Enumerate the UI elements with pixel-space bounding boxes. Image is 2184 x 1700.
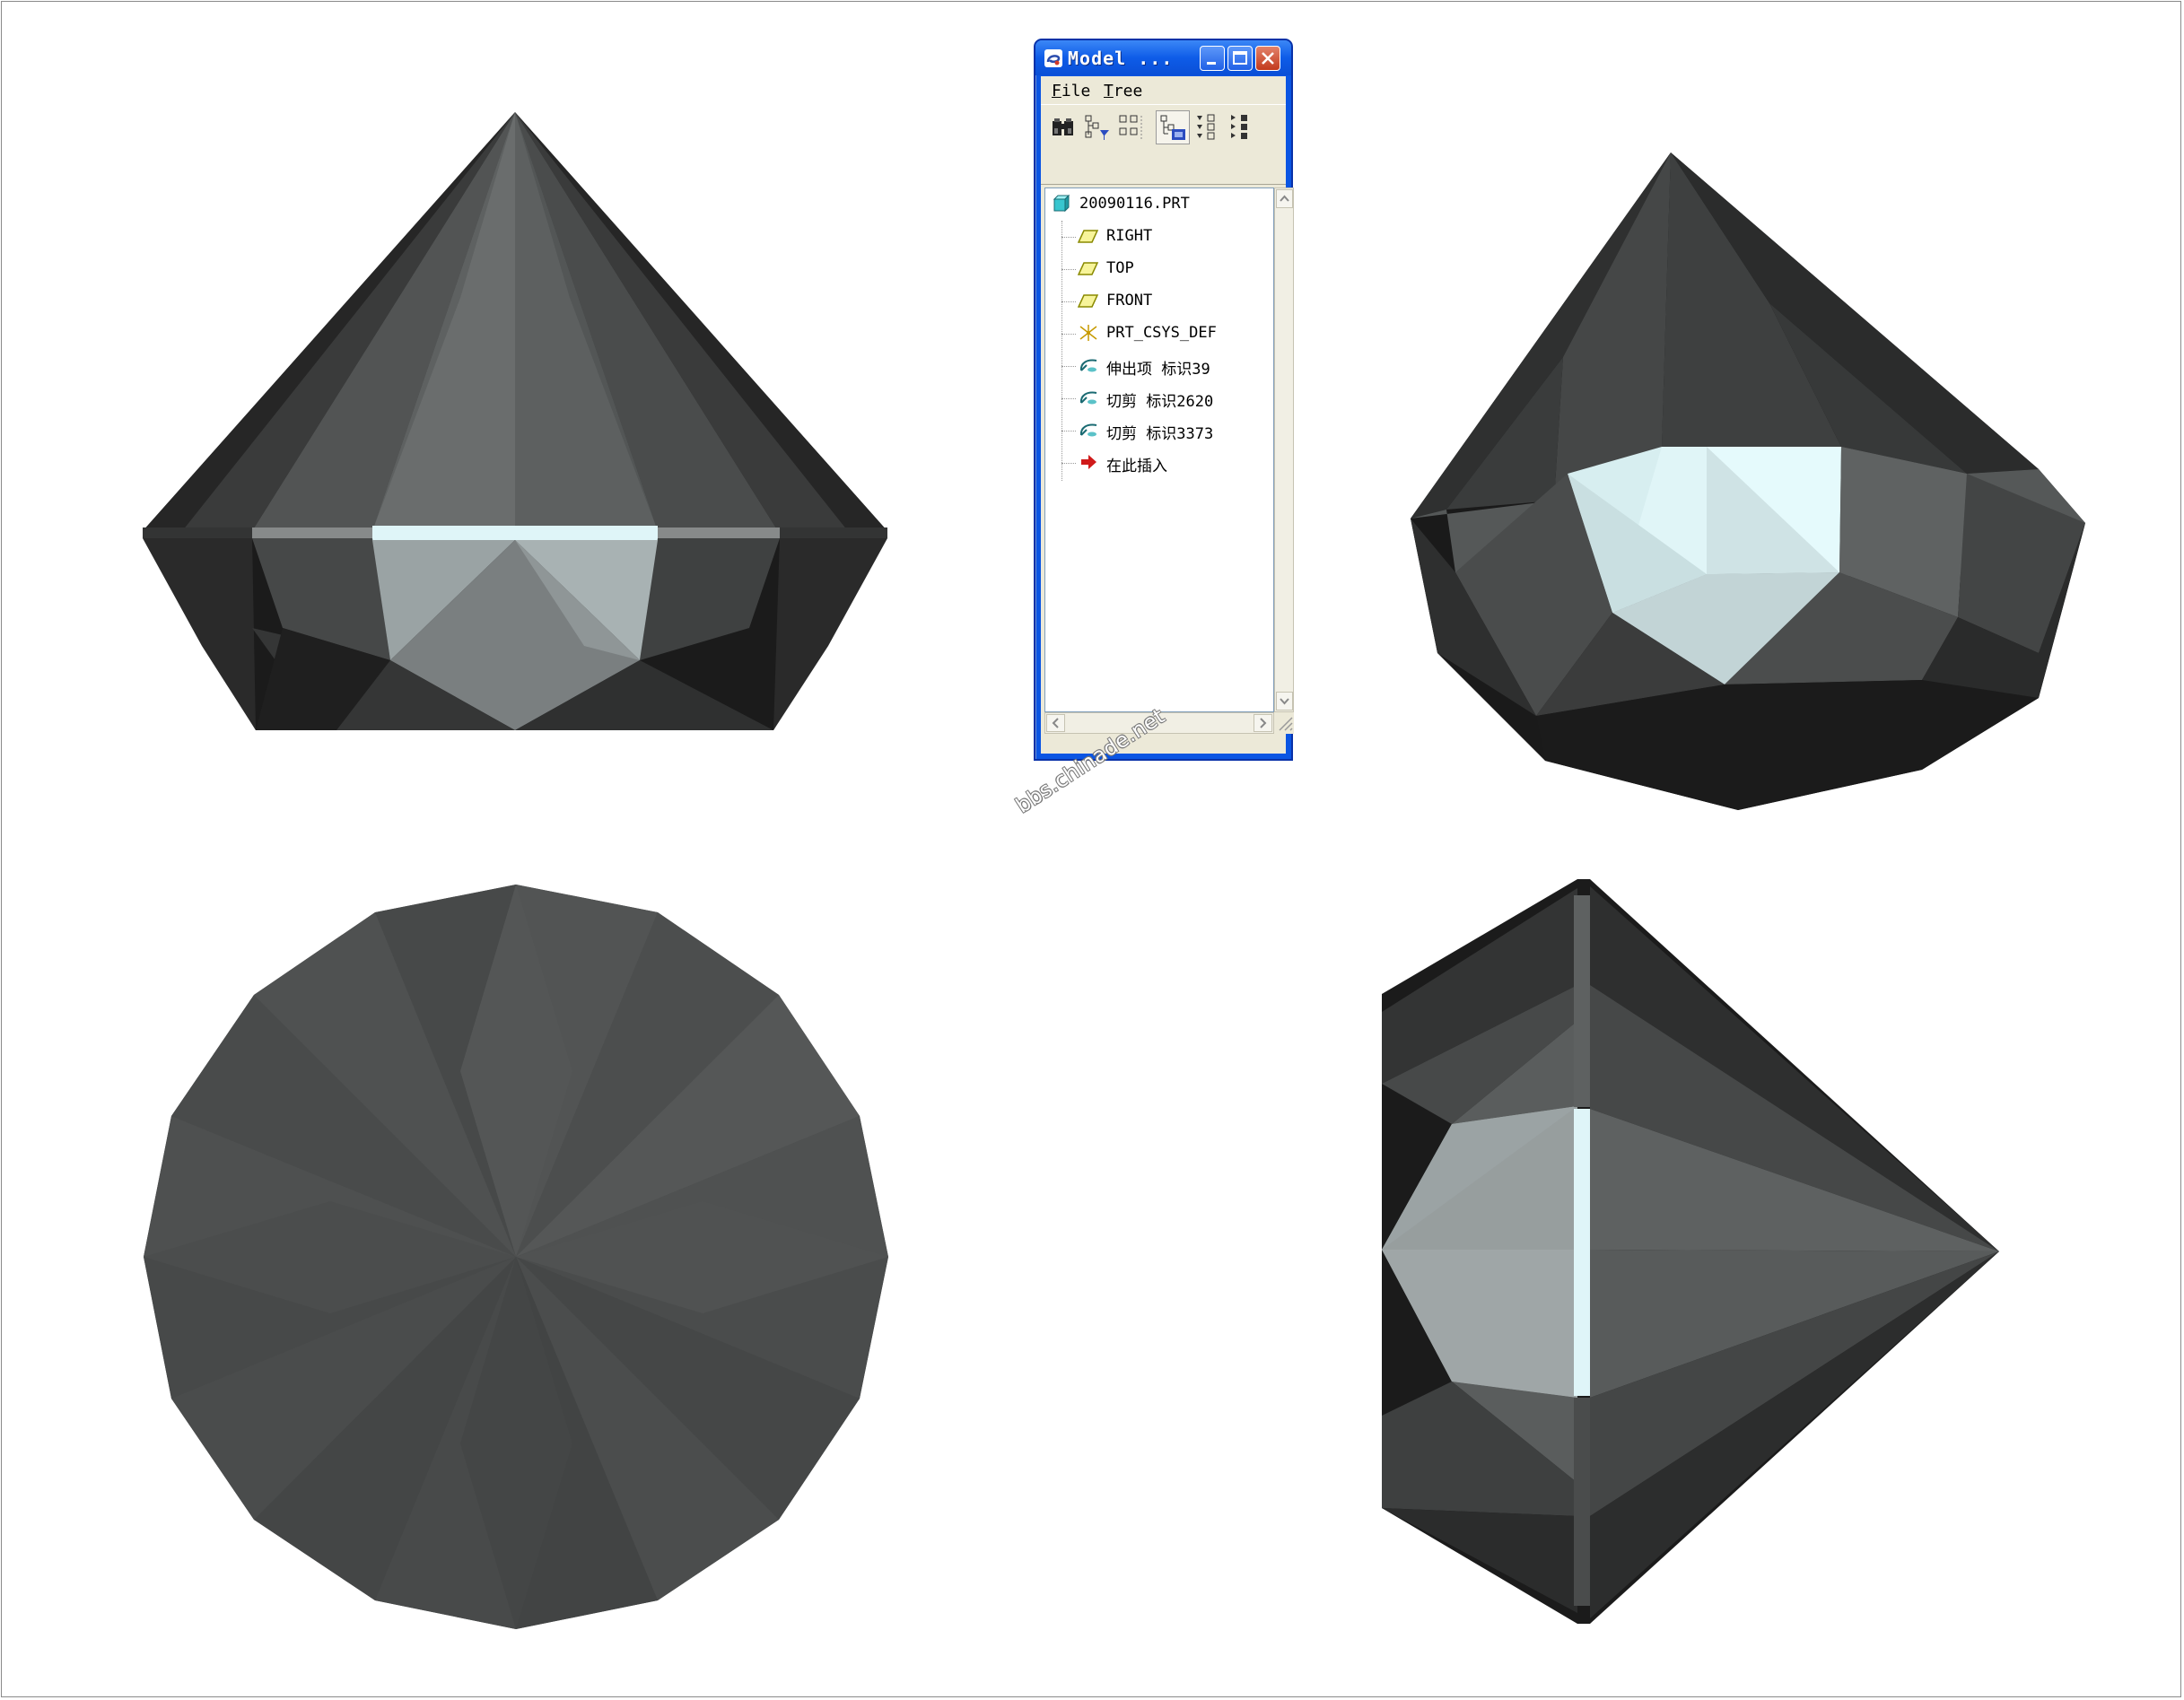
find-icon[interactable] <box>1046 110 1080 144</box>
menu-tree[interactable]: Tree <box>1104 82 1142 100</box>
gem-top-view <box>142 883 890 1631</box>
tree-item-right[interactable]: RIGHT <box>1045 221 1252 251</box>
datum-plane-icon <box>1077 226 1099 246</box>
maximize-button[interactable] <box>1227 46 1253 71</box>
tree-root-label: 20090116.PRT <box>1079 195 1190 213</box>
datum-plane-icon <box>1077 258 1099 278</box>
tree-item-label: 伸出项 标识39 <box>1106 361 1210 379</box>
close-button[interactable] <box>1255 46 1280 71</box>
tree-item-label: 切剪 标识2620 <box>1106 393 1214 411</box>
scroll-up-button[interactable] <box>1276 189 1293 208</box>
insert-here-arrow-icon <box>1078 452 1099 472</box>
vertical-scrollbar[interactable] <box>1274 187 1294 712</box>
tree-item-insert-here[interactable]: 在此插入 <box>1045 447 1252 477</box>
minimize-button[interactable] <box>1200 46 1225 71</box>
datum-plane-icon <box>1077 291 1099 310</box>
window-title: Model ... <box>1068 48 1174 69</box>
window-client: File Tree 20090116.PRT RIGHT TOP FRONT P… <box>1041 76 1294 754</box>
tree-item-csys[interactable]: PRT_CSYS_DEF <box>1045 318 1252 348</box>
model-tree-panel[interactable]: 20090116.PRT RIGHT TOP FRONT PRT_CSYS_DE… <box>1044 187 1274 712</box>
gem-side-view <box>1378 877 2006 1627</box>
menu-file[interactable]: File <box>1052 82 1090 100</box>
gem-isometric-view <box>1339 151 2092 815</box>
tree-item-label: TOP <box>1106 259 1134 277</box>
coordinate-system-icon <box>1078 323 1099 343</box>
tree-item-top[interactable]: TOP <box>1045 253 1252 283</box>
tree-toolbar <box>1041 104 1286 151</box>
collapse-tree-icon[interactable] <box>1226 110 1260 144</box>
tree-root-node[interactable]: 20090116.PRT <box>1045 188 1252 219</box>
scroll-left-button[interactable] <box>1046 714 1065 732</box>
tree-item-label: PRT_CSYS_DEF <box>1106 324 1217 342</box>
window-titlebar[interactable]: Model ... <box>1035 40 1291 75</box>
app-logo-icon <box>1044 48 1063 68</box>
scroll-right-button[interactable] <box>1254 714 1272 732</box>
toolbar-strip <box>1041 150 1286 185</box>
tree-item-label: 切剪 标识3373 <box>1106 425 1214 443</box>
expand-tree-icon[interactable] <box>1192 110 1226 144</box>
model-tree-window[interactable]: Model ... File Tree 20090116.PRT RIGHT T… <box>1034 39 1294 761</box>
tree-item-cut-3373[interactable]: 切剪 标识3373 <box>1045 414 1252 445</box>
tree-item-cut-2620[interactable]: 切剪 标识2620 <box>1045 382 1252 413</box>
tree-columns-icon[interactable] <box>1114 110 1149 144</box>
revolve-feature-icon <box>1078 355 1099 375</box>
revolve-feature-icon <box>1078 420 1099 440</box>
tree-item-protrusion[interactable]: 伸出项 标识39 <box>1045 350 1252 380</box>
scroll-down-button[interactable] <box>1276 692 1293 711</box>
gem-front-view <box>139 108 893 736</box>
menu-bar: File Tree <box>1041 76 1286 103</box>
tree-item-label: RIGHT <box>1106 227 1153 245</box>
show-model-tree-icon[interactable] <box>1156 110 1190 144</box>
part-icon <box>1051 194 1072 214</box>
tree-filter-icon[interactable] <box>1080 110 1114 144</box>
tree-item-front[interactable]: FRONT <box>1045 285 1252 316</box>
resize-grip-icon[interactable] <box>1274 712 1294 734</box>
revolve-feature-icon <box>1078 388 1099 407</box>
tree-item-label: 在此插入 <box>1106 458 1167 475</box>
tree-item-label: FRONT <box>1106 292 1153 309</box>
